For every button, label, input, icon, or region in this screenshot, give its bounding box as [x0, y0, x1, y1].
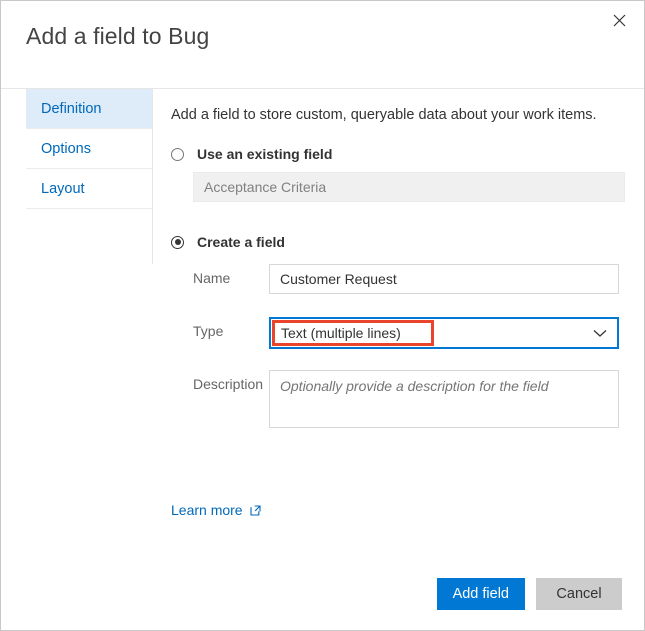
- dialog-header: Add a field to Bug: [1, 1, 644, 89]
- type-combobox-value: Text (multiple lines): [281, 325, 401, 341]
- type-combobox-wrapper: Text (multiple lines): [269, 317, 619, 349]
- sidebar-item-options[interactable]: Options: [26, 129, 152, 169]
- chevron-down-icon[interactable]: [593, 329, 607, 338]
- radio-existing-field[interactable]: [171, 147, 184, 161]
- add-field-button[interactable]: Add field: [436, 577, 525, 610]
- existing-field-combobox[interactable]: Acceptance Criteria: [193, 172, 625, 202]
- dialog-footer: Add field Cancel: [1, 557, 644, 630]
- external-link-icon: [250, 504, 261, 516]
- radio-create-field-label: Create a field: [197, 234, 285, 250]
- dialog-body: Definition Options Layout Add a field to…: [1, 89, 644, 557]
- close-icon[interactable]: [604, 5, 634, 35]
- sidebar-item-label: Definition: [41, 100, 102, 117]
- cancel-button[interactable]: Cancel: [536, 577, 622, 610]
- sidebar-item-label: Options: [41, 140, 91, 157]
- radio-option-create-field[interactable]: Create a field: [171, 234, 285, 250]
- learn-more-label: Learn more: [171, 502, 243, 518]
- name-label: Name: [193, 270, 231, 286]
- sidebar-item-layout[interactable]: Layout: [26, 169, 152, 209]
- panel-description: Add a field to store custom, queryable d…: [171, 107, 597, 123]
- radio-existing-field-label: Use an existing field: [197, 146, 333, 162]
- radio-option-existing-field[interactable]: Use an existing field: [171, 146, 332, 162]
- type-combobox[interactable]: Text (multiple lines): [269, 317, 619, 349]
- existing-field-value: Acceptance Criteria: [204, 179, 327, 195]
- name-input-value: Customer Request: [280, 271, 397, 287]
- add-field-dialog: Add a field to Bug Definition Options La…: [0, 0, 645, 631]
- radio-create-field[interactable]: [171, 235, 184, 249]
- name-input[interactable]: Customer Request: [269, 264, 619, 294]
- sidebar-item-definition[interactable]: Definition: [26, 89, 152, 129]
- field-row-description: Description: [193, 370, 619, 428]
- dialog-title: Add a field to Bug: [26, 23, 210, 49]
- description-label: Description: [193, 376, 264, 392]
- type-label: Type: [193, 323, 224, 339]
- description-input[interactable]: [269, 370, 619, 428]
- field-row-name: Name Customer Request: [193, 264, 619, 294]
- learn-more-link[interactable]: Learn more: [171, 502, 261, 518]
- field-row-type: Type Text (multiple lines): [193, 317, 619, 349]
- sidebar: Definition Options Layout: [26, 89, 153, 264]
- sidebar-item-label: Layout: [41, 180, 85, 197]
